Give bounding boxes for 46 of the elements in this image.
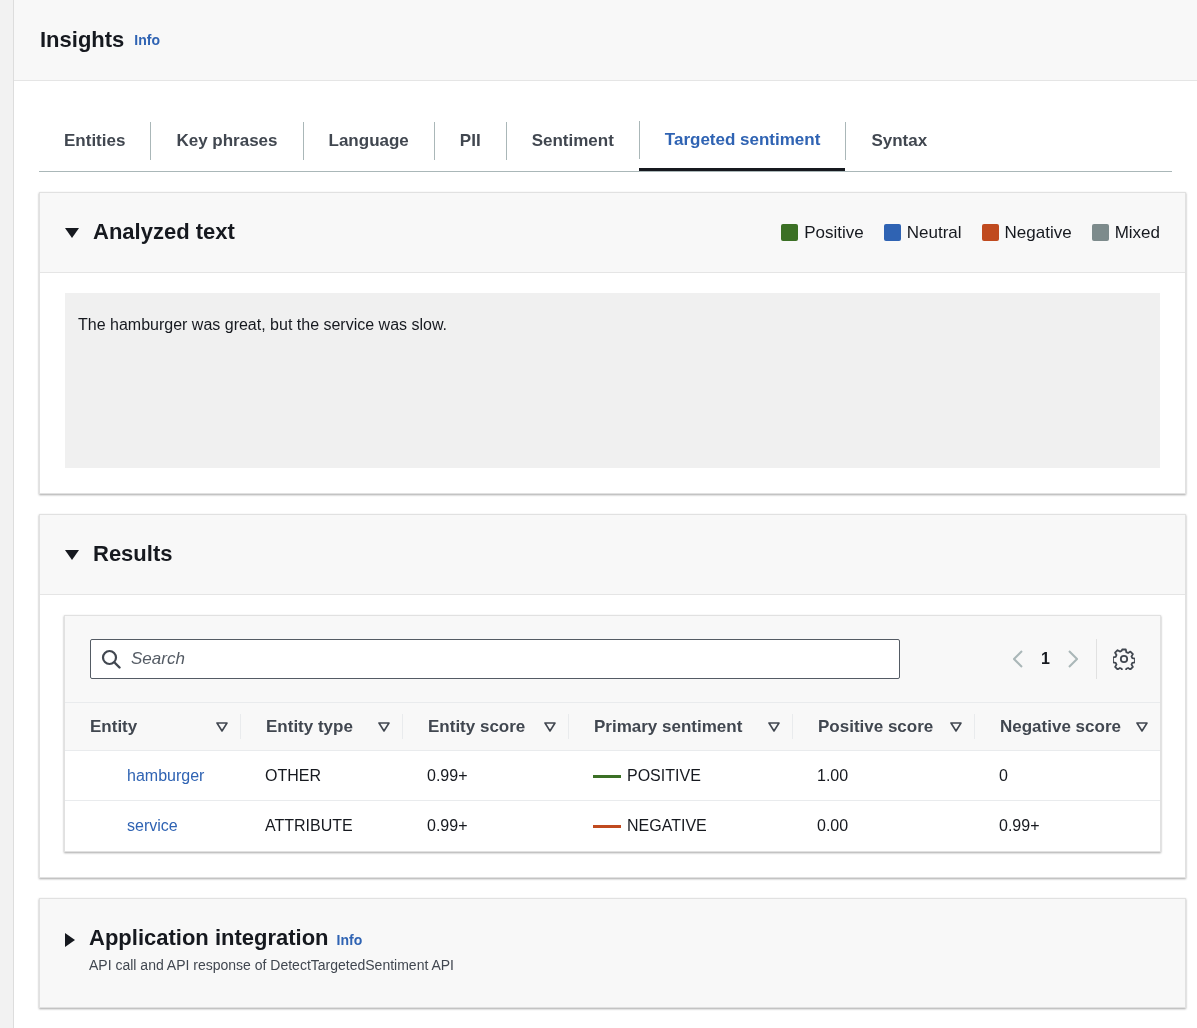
table-cell: 0 [999, 766, 1008, 784]
table-cell: 0.99+ [427, 766, 468, 784]
expand-caret-icon[interactable] [65, 932, 75, 947]
tab[interactable]: Sentiment [505, 111, 639, 171]
search-field[interactable]: Search [90, 639, 900, 679]
info-link[interactable]: Info [134, 29, 160, 51]
table-cell: 0.99+ [999, 816, 1040, 834]
legend-label: Mixed [1114, 221, 1160, 244]
tab[interactable]: Language [302, 111, 434, 171]
table-cell: 0.99+ [427, 816, 468, 834]
legend-label: Neutral [906, 221, 962, 244]
sort-icon[interactable] [544, 721, 556, 732]
table-cell: OTHER [265, 766, 321, 784]
info-link[interactable]: Info [336, 929, 363, 951]
settings-button[interactable] [1096, 639, 1135, 679]
entity-link[interactable]: hamburger [127, 766, 205, 784]
section-description: API call and API response of DetectTargetedSentiment API [89, 955, 454, 975]
legend-label: Negative [1004, 221, 1072, 244]
settings-icon [1113, 648, 1135, 670]
table-cell: ATTRIBUTE [265, 816, 353, 834]
tab[interactable]: Syntax [845, 111, 953, 171]
collapse-caret-icon[interactable] [65, 549, 79, 560]
legend-label: Positive [804, 221, 864, 244]
page-number[interactable]: 1 [1041, 647, 1050, 671]
table-cell: 0.00 [817, 816, 849, 834]
sort-icon[interactable] [1136, 721, 1148, 732]
entity-link[interactable]: service [127, 816, 178, 834]
section-title: Analyzed text [93, 219, 235, 246]
sort-icon[interactable] [768, 721, 780, 732]
tab[interactable]: Key phrases [150, 111, 303, 171]
table-cell: 1.00 [817, 766, 849, 784]
sort-icon[interactable] [950, 721, 962, 732]
analyzed-text-area: The hamburger was great, but the service was slow. [65, 293, 1160, 468]
page-title: Insights [40, 26, 125, 54]
collapse-caret-icon[interactable] [65, 227, 79, 238]
sort-icon[interactable] [378, 721, 390, 732]
tab[interactable]: PII [433, 111, 506, 171]
section-title: Application integration [89, 924, 329, 951]
tab[interactable]: Entities [39, 111, 151, 171]
sort-icon[interactable] [216, 721, 228, 732]
tab[interactable]: Targeted sentiment [638, 111, 846, 171]
table-cell: NEGATIVE [627, 816, 707, 834]
column-header[interactable]: Entity [90, 713, 138, 740]
section-title: Results [93, 541, 173, 568]
search-icon [101, 649, 121, 669]
table-cell: POSITIVE [627, 766, 701, 784]
